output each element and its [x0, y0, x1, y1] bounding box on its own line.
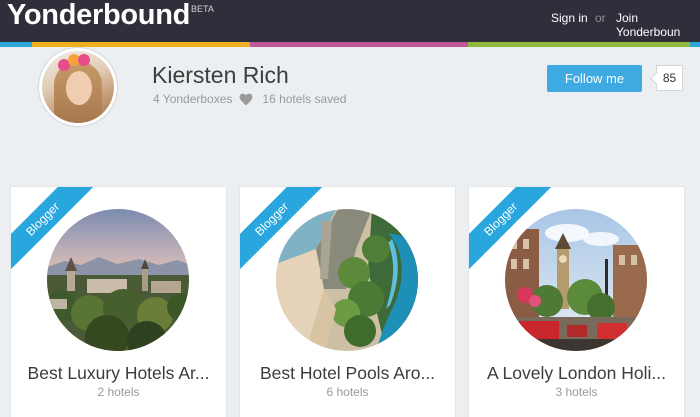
profile-avatar[interactable]	[39, 48, 117, 126]
infinity-pool-photo[interactable]	[276, 209, 418, 351]
card-title[interactable]: Best Hotel Pools Aro...	[240, 363, 455, 384]
follow-button[interactable]: Follow me	[547, 65, 642, 92]
yonderbox-card[interactable]: Blogger A Lovely London Holi... 3 hotels	[469, 187, 684, 417]
yonderbox-card[interactable]: Blogger Best Luxury Hotels Ar... 2 hotel…	[11, 187, 226, 417]
profile-name: Kiersten Rich	[152, 62, 289, 88]
card-hotel-count: 3 hotels	[555, 385, 598, 399]
color-stripe-pink	[250, 42, 468, 47]
beta-tag: BETA	[191, 4, 214, 14]
color-stripe-blue	[0, 42, 32, 47]
avatar-photo	[42, 51, 114, 123]
yonderboxes-count: 4 Yonderboxes	[153, 92, 233, 106]
join-link[interactable]: Join Yonderboun	[616, 11, 700, 39]
color-stripe-green	[468, 42, 690, 47]
town-sunset-photo[interactable]	[47, 209, 189, 351]
hotels-saved-count: 16 hotels saved	[262, 92, 347, 106]
heart-icon	[239, 93, 253, 105]
card-hotel-count: 6 hotels	[326, 385, 369, 399]
card-title[interactable]: A Lovely London Holi...	[469, 363, 684, 384]
card-hotel-count: 2 hotels	[97, 385, 140, 399]
color-stripe-blue-end	[690, 42, 700, 47]
sign-in-link[interactable]: Sign in	[551, 11, 588, 25]
or-separator: or	[595, 11, 606, 25]
yonderbound-logo[interactable]: Yonderbound	[7, 0, 190, 32]
follower-count-badge: 85	[656, 65, 683, 91]
color-stripe-yellow	[32, 42, 250, 47]
card-title[interactable]: Best Luxury Hotels Ar...	[11, 363, 226, 384]
london-street-photo[interactable]	[505, 209, 647, 351]
top-navigation-bar: Yonderbound BETA Sign in or Join Yonderb…	[0, 0, 700, 42]
profile-stats: 4 Yonderboxes 16 hotels saved	[153, 92, 346, 106]
yonderbox-card[interactable]: Blogger Best Hotel Pools Aro... 6 hotels	[240, 187, 455, 417]
